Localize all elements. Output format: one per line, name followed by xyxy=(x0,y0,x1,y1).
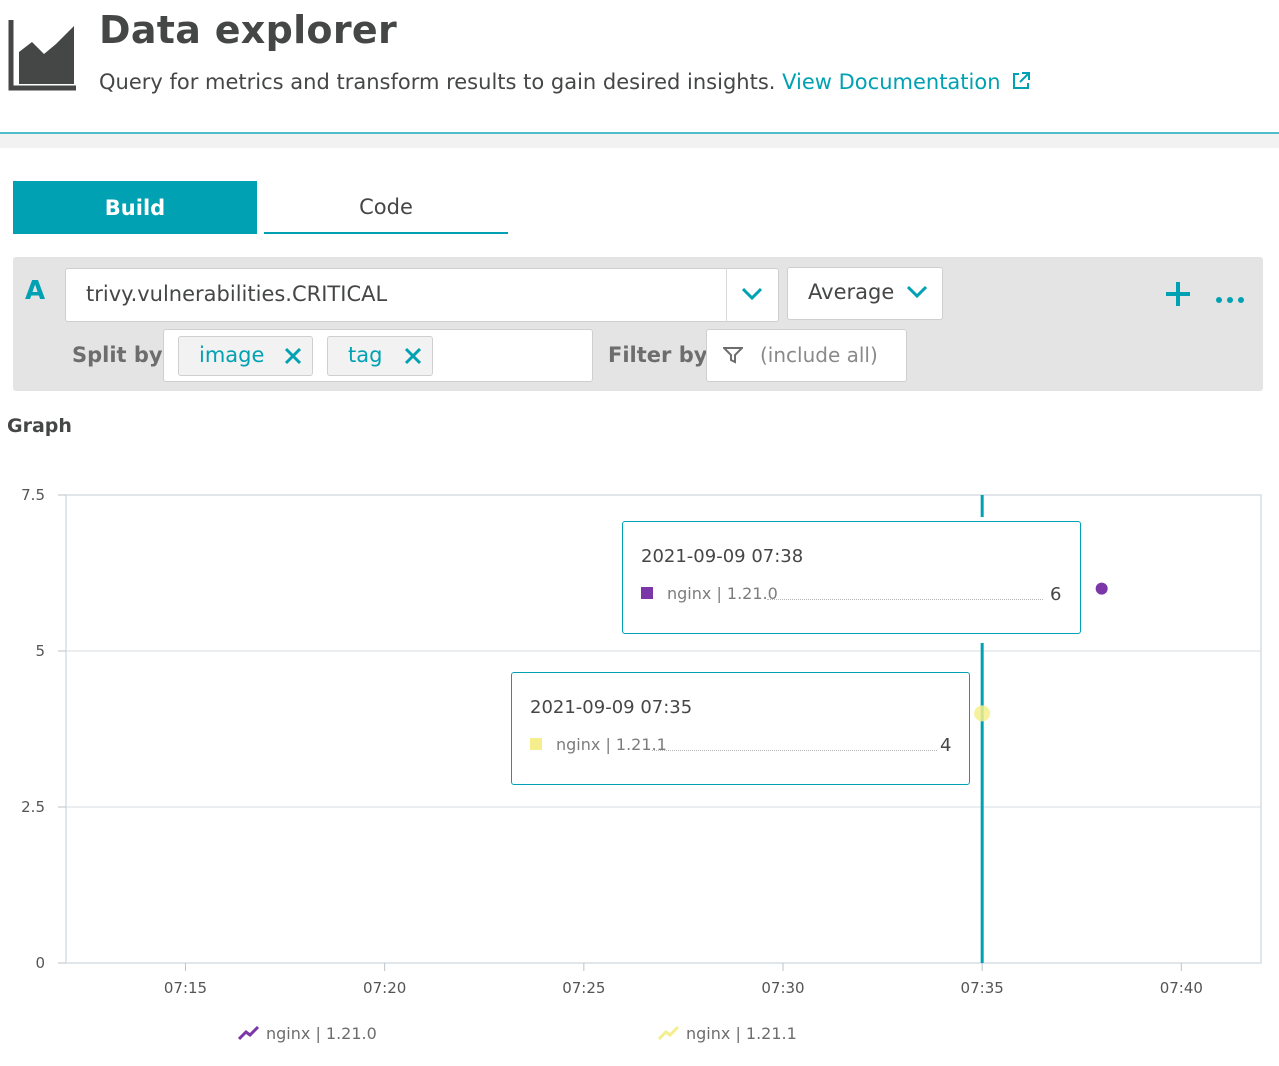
aggregation-value: Average xyxy=(808,280,895,304)
page-title: Data explorer xyxy=(99,8,397,52)
legend-line-icon xyxy=(657,1025,680,1041)
tooltip-1210: 2021-09-09 07:38 nginx | 1.21.0 6 xyxy=(622,521,1081,634)
split-chip-label: image xyxy=(199,343,265,367)
tooltip-time: 2021-09-09 07:38 xyxy=(641,546,804,567)
legend-line-icon xyxy=(237,1025,260,1041)
tab-build[interactable]: Build xyxy=(13,181,257,234)
query-letter: A xyxy=(25,276,46,306)
x-tick-label: 07:20 xyxy=(363,979,406,997)
view-documentation-link[interactable]: View Documentation xyxy=(782,70,1031,94)
add-query-icon[interactable] xyxy=(1163,279,1193,313)
tooltip-leader xyxy=(767,599,1043,600)
tooltip-series: nginx | 1.21.0 xyxy=(667,584,778,603)
y-tick-label: 2.5 xyxy=(21,798,45,816)
remove-image-icon[interactable] xyxy=(284,347,302,369)
split-chip-label: tag xyxy=(348,343,383,367)
x-tick-label: 07:25 xyxy=(562,979,605,997)
split-by-label: Split by xyxy=(72,343,163,367)
more-options-icon[interactable] xyxy=(1215,289,1245,308)
x-tick-label: 07:40 xyxy=(1160,979,1203,997)
metric-value: trivy.vulnerabilities.CRITICAL xyxy=(86,282,388,306)
y-tick-label: 5 xyxy=(35,642,45,660)
tooltip-value: 4 xyxy=(940,735,952,756)
subtitle-text: Query for metrics and transform results … xyxy=(99,70,776,94)
y-tick-label: 7.5 xyxy=(21,486,45,504)
x-tick-label: 07:35 xyxy=(961,979,1004,997)
x-tick-label: 07:15 xyxy=(164,979,207,997)
metric-divider xyxy=(726,268,727,322)
chevron-down-icon xyxy=(905,284,929,304)
chevron-down-icon[interactable] xyxy=(740,286,764,306)
legend-label: nginx | 1.21.0 xyxy=(266,1024,377,1043)
legend-label: nginx | 1.21.1 xyxy=(686,1024,797,1043)
remove-tag-icon[interactable] xyxy=(404,347,422,369)
header-band xyxy=(0,134,1279,148)
external-link-icon xyxy=(1013,72,1031,89)
filter-funnel-icon xyxy=(721,346,745,368)
data-point xyxy=(1095,582,1108,595)
series-swatch xyxy=(530,738,542,750)
graph-title: Graph xyxy=(7,415,72,437)
area-chart-icon xyxy=(8,14,78,92)
filter-placeholder: (include all) xyxy=(760,343,878,367)
tooltip-1211: 2021-09-09 07:35 nginx | 1.21.1 4 xyxy=(511,672,970,785)
tooltip-leader xyxy=(652,750,937,751)
x-tick-label: 07:30 xyxy=(761,979,804,997)
tab-code[interactable]: Code xyxy=(264,181,508,234)
y-tick-label: 0 xyxy=(35,954,45,972)
tooltip-value: 6 xyxy=(1050,584,1062,605)
legend-item-1211[interactable]: nginx | 1.21.1 xyxy=(657,1024,797,1043)
tooltip-series: nginx | 1.21.1 xyxy=(556,735,667,754)
legend-item-1210[interactable]: nginx | 1.21.0 xyxy=(237,1024,377,1043)
data-point xyxy=(974,705,991,722)
series-swatch xyxy=(641,587,653,599)
filter-by-label: Filter by xyxy=(608,343,708,367)
tooltip-time: 2021-09-09 07:35 xyxy=(530,697,693,718)
page-subtitle: Query for metrics and transform results … xyxy=(99,70,1031,94)
